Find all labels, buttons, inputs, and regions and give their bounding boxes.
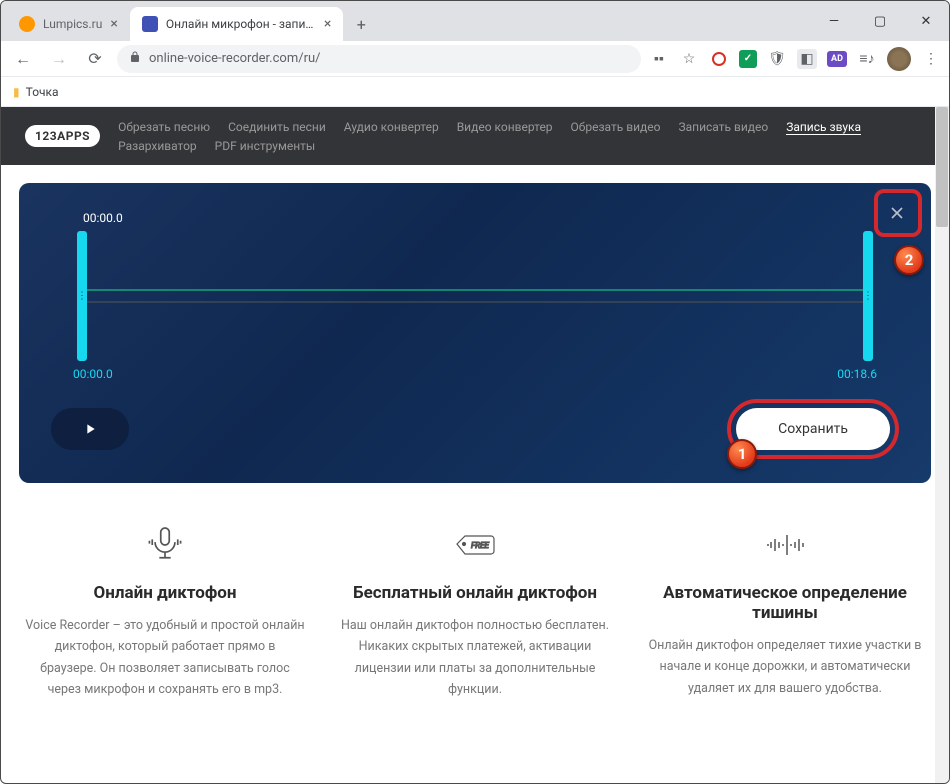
- waveform-line: [87, 290, 863, 303]
- maximize-button[interactable]: ▢: [857, 1, 903, 41]
- soundwave-icon: [645, 521, 925, 569]
- nav-link[interactable]: Видео конвертер: [457, 120, 553, 135]
- tab-title: Lumpics.ru: [43, 17, 102, 31]
- free-tag-icon: FREE: [335, 521, 615, 569]
- nav-link[interactable]: Запись звука: [786, 120, 861, 135]
- extension-icon[interactable]: AD: [827, 51, 847, 67]
- annotation-marker: 1: [727, 439, 757, 469]
- feature-title: Автоматическое определение тишины: [645, 583, 925, 623]
- play-button[interactable]: [51, 408, 129, 450]
- feature-title: Онлайн диктофон: [25, 583, 305, 603]
- forward-button[interactable]: →: [45, 45, 73, 73]
- nav-link[interactable]: Соединить песни: [228, 120, 326, 135]
- adblock-icon[interactable]: ✓: [739, 50, 757, 68]
- trim-handle-right[interactable]: [863, 231, 873, 361]
- addressbar: ← → ⟳ online-voice-recorder.com/ru/ ▪▪ ☆…: [1, 41, 949, 77]
- close-icon[interactable]: ×: [110, 16, 117, 32]
- menu-icon[interactable]: ⋮: [921, 49, 941, 69]
- nav-links: Обрезать песню Соединить песни Аудио конве…: [118, 120, 878, 153]
- feature-desc: Онлайн диктофон определяет тихие участки…: [645, 635, 925, 699]
- waveform[interactable]: [47, 231, 903, 361]
- timer-current: 00:00.0: [83, 211, 903, 225]
- shield-icon[interactable]: 🛡: [767, 49, 787, 69]
- feature-card: Онлайн диктофон Voice Recorder – это удо…: [15, 521, 315, 700]
- save-button[interactable]: Сохранить: [736, 408, 890, 450]
- page-content: 123APPS Обрезать песню Соединить песни Ауд…: [1, 107, 949, 783]
- bookmarks-bar: ▮ Точка: [1, 77, 949, 107]
- folder-icon: ▮: [13, 85, 20, 99]
- avatar[interactable]: [887, 47, 911, 71]
- extension-icon[interactable]: ◧: [797, 49, 817, 69]
- svg-text:FREE: FREE: [471, 541, 489, 550]
- browser-tab-lumpics[interactable]: Lumpics.ru ×: [7, 7, 130, 41]
- close-recorder-button[interactable]: [879, 195, 915, 231]
- new-tab-button[interactable]: +: [347, 10, 375, 38]
- logo[interactable]: 123APPS: [25, 125, 100, 147]
- recorder-controls: Сохранить 1: [47, 399, 903, 459]
- microphone-icon: [25, 521, 305, 569]
- toolbar-icons: ▪▪ ☆ ✓ 🛡 ◧ AD ≡♪ ⋮: [649, 47, 941, 71]
- browser-tab-recorder[interactable]: Онлайн микрофон - запись гол ×: [130, 7, 343, 41]
- nav-link[interactable]: Обрезать видео: [571, 120, 661, 135]
- feature-desc: Наш онлайн диктофон полностью бесплатен.…: [335, 615, 615, 700]
- titlebar: Lumpics.ru × Онлайн микрофон - запись го…: [1, 1, 949, 41]
- reload-button[interactable]: ⟳: [81, 45, 109, 73]
- time-start: 00:00.0: [73, 367, 113, 381]
- time-end: 00:18.6: [837, 367, 877, 381]
- nav-link[interactable]: Аудио конвертер: [344, 120, 439, 135]
- nav-link[interactable]: Обрезать песню: [118, 120, 210, 135]
- scrollbar[interactable]: [935, 107, 949, 783]
- feature-card: FREE Бесплатный онлайн диктофон Наш онла…: [325, 521, 625, 700]
- nav-link[interactable]: Записать видео: [678, 120, 768, 135]
- feature-card: Автоматическое определение тишины Онлайн…: [635, 521, 935, 700]
- annotation-highlight: Сохранить 1: [727, 399, 899, 459]
- nav-link[interactable]: PDF инструменты: [215, 139, 316, 153]
- back-button[interactable]: ←: [9, 45, 37, 73]
- tab-title: Онлайн микрофон - запись гол: [166, 17, 316, 31]
- extension-icon[interactable]: [709, 49, 729, 69]
- playlist-icon[interactable]: ≡♪: [857, 49, 877, 69]
- trim-handle-left[interactable]: [77, 231, 87, 361]
- feature-desc: Voice Recorder – это удобный и простой о…: [25, 615, 305, 700]
- favicon-icon: [19, 16, 35, 32]
- url-input[interactable]: online-voice-recorder.com/ru/: [117, 45, 641, 73]
- bookmark-folder[interactable]: Точка: [26, 85, 59, 99]
- camera-icon[interactable]: ▪▪: [649, 49, 669, 69]
- feature-title: Бесплатный онлайн диктофон: [335, 583, 615, 603]
- lock-icon: [129, 51, 141, 67]
- minimize-button[interactable]: —: [811, 1, 857, 41]
- window-close-button[interactable]: ✕: [903, 1, 949, 41]
- app-header: 123APPS Обрезать песню Соединить песни Ауд…: [1, 107, 949, 165]
- features-row: Онлайн диктофон Voice Recorder – это удо…: [1, 501, 949, 700]
- star-icon[interactable]: ☆: [679, 49, 699, 69]
- recorder-panel: 2 00:00.0 00:00.0 00:18.6 Сохранить: [19, 183, 931, 483]
- time-labels: 00:00.0 00:18.6: [47, 361, 903, 381]
- nav-link[interactable]: Разархиватор: [118, 139, 197, 153]
- window-controls: — ▢ ✕: [811, 1, 949, 41]
- url-text: online-voice-recorder.com/ru/: [149, 51, 321, 66]
- close-icon[interactable]: ×: [324, 16, 331, 32]
- favicon-icon: [142, 16, 158, 32]
